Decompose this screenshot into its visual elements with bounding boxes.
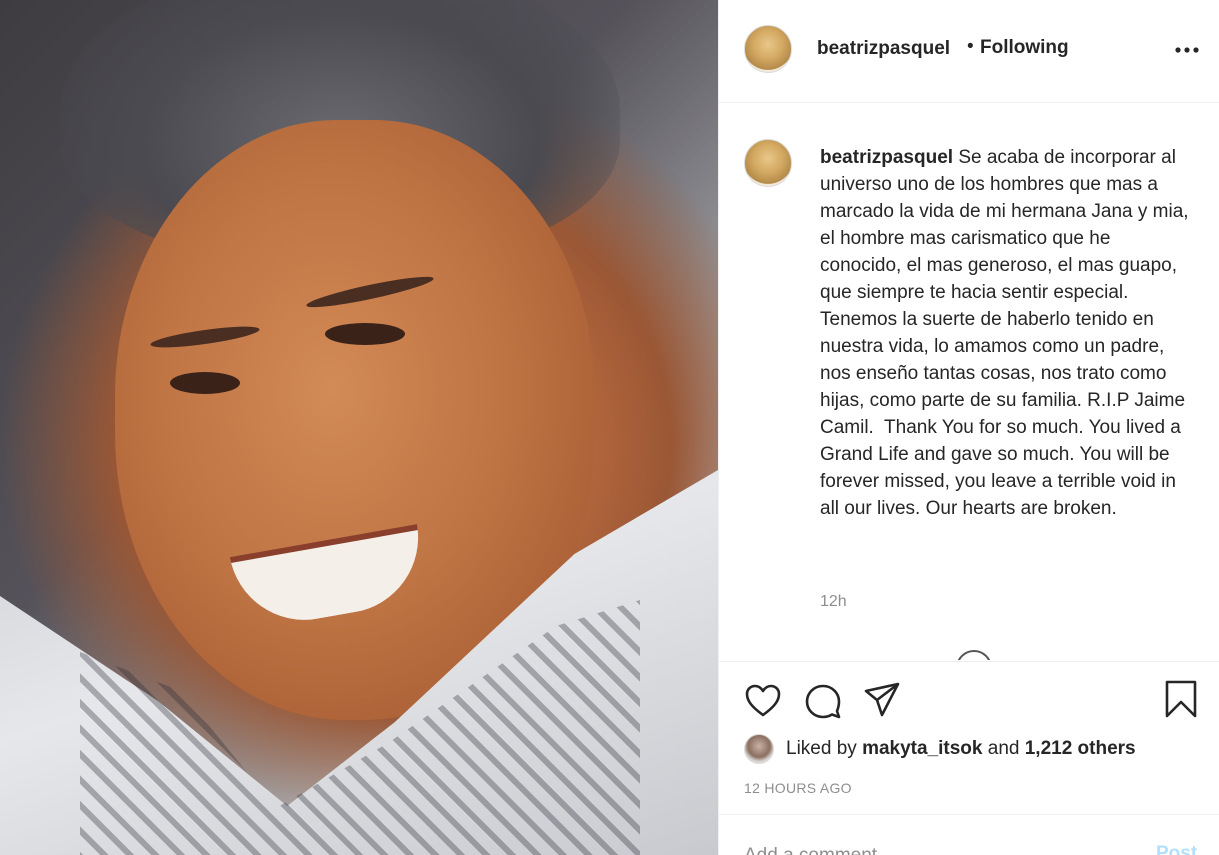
paper-plane-icon[interactable] — [863, 681, 901, 717]
post-caption: beatrizpasquel Se acaba de incorporar al… — [820, 144, 1192, 522]
likes-prefix: Liked by — [786, 738, 857, 759]
post-timestamp[interactable]: 12 HOURS AGO — [744, 780, 852, 796]
post-photo[interactable] — [0, 0, 718, 855]
likes-summary[interactable]: Liked by makyta_itsok and 1,212 others — [744, 732, 1136, 766]
caption-author-avatar[interactable] — [744, 139, 792, 187]
photo-eye-right — [325, 323, 405, 345]
comment-bubble-icon[interactable] — [804, 683, 842, 719]
photo-eye-left — [170, 372, 240, 394]
comments-section[interactable]: beatrizpasquel Se acaba de incorporar al… — [719, 104, 1219, 660]
liker-username[interactable]: makyta_itsok — [862, 738, 982, 760]
more-horizontal-icon[interactable] — [1174, 38, 1200, 62]
post-side-panel: beatrizpasquel • Following beatrizpasque… — [718, 0, 1219, 855]
post-header: beatrizpasquel • Following — [719, 0, 1219, 103]
header-separator: • — [967, 36, 974, 57]
post-actions: Liked by makyta_itsok and 1,212 others 1… — [719, 661, 1219, 855]
likes-others-count[interactable]: 1,212 others — [1025, 738, 1136, 760]
caption-text: Se acaba de incorporar al universo uno d… — [820, 147, 1194, 519]
bookmark-icon[interactable] — [1164, 679, 1198, 719]
author-avatar[interactable] — [744, 25, 792, 73]
heart-icon[interactable] — [744, 683, 782, 719]
post-comment-button[interactable]: Post — [1156, 843, 1197, 855]
likes-conjunction: and — [987, 738, 1020, 759]
caption-username[interactable]: beatrizpasquel — [820, 147, 953, 168]
following-button[interactable]: Following — [980, 37, 1069, 59]
add-comment-input[interactable] — [744, 841, 1124, 855]
add-comment-bar: Post — [719, 814, 1219, 855]
author-username[interactable]: beatrizpasquel — [817, 38, 950, 60]
instagram-post: beatrizpasquel • Following beatrizpasque… — [0, 0, 1219, 855]
loading-spinner-icon — [956, 650, 992, 660]
liker-avatar[interactable] — [744, 734, 774, 764]
caption-relative-time[interactable]: 12h — [820, 593, 847, 611]
